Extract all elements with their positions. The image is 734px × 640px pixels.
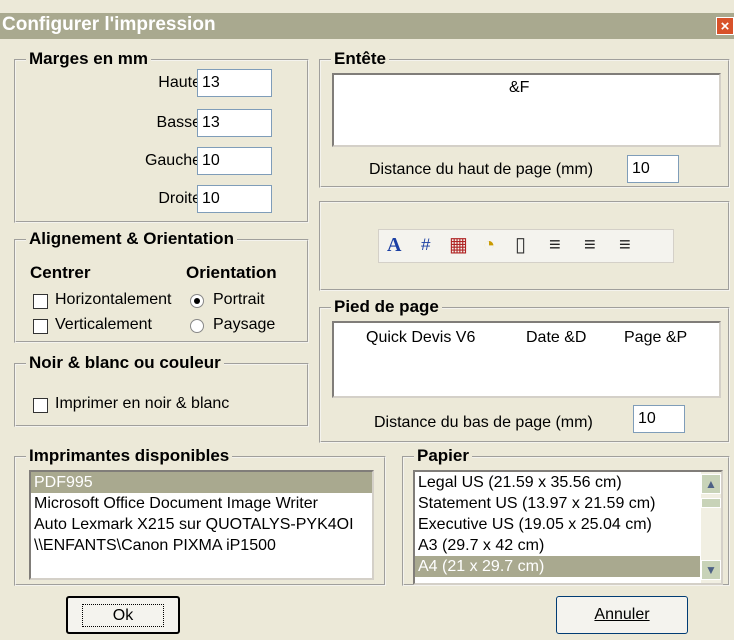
- footer-distance-label: Distance du bas de page (mm): [374, 414, 593, 431]
- color-group: Noir & blanc ou couleur Imprimer en noir…: [14, 353, 309, 427]
- center-label: Centrer: [30, 263, 91, 282]
- paper-title: Papier: [414, 446, 472, 466]
- landscape-label: Paysage: [213, 316, 276, 333]
- bw-checkbox[interactable]: [33, 398, 48, 413]
- printer-item[interactable]: Microsoft Office Document Image Writer: [31, 493, 372, 514]
- footer-text-right: Page &P: [624, 329, 688, 346]
- orientation-label: Orientation: [186, 263, 277, 282]
- align-center-icon[interactable]: ≡: [584, 231, 596, 259]
- header-distance-label: Distance du haut de page (mm): [369, 161, 594, 178]
- insert-toolbar: A # ▦ ◔ ▯ ≡ ≡ ≡: [378, 229, 674, 263]
- footer-text-area[interactable]: Quick Devis V6 Date &D Page &P: [332, 321, 721, 398]
- printers-title: Imprimantes disponibles: [26, 446, 233, 466]
- font-icon[interactable]: A: [387, 231, 401, 259]
- printers-group: Imprimantes disponibles PDF995 Microsoft…: [14, 446, 386, 586]
- align-left-icon[interactable]: ≡: [549, 231, 561, 259]
- footer-text-left: Quick Devis V6: [366, 329, 476, 346]
- portrait-label: Portrait: [213, 291, 265, 308]
- vertical-label: Verticalement: [55, 316, 152, 333]
- margins-group: Marges en mm Haute 13 Basse 13 Gauche 10…: [14, 49, 309, 223]
- printer-item[interactable]: Auto Lexmark X215 sur QUOTALYS-PYK4OI: [31, 514, 372, 535]
- ok-button-label: Ok: [81, 604, 165, 627]
- horizontal-label: Horizontalement: [55, 291, 172, 308]
- file-name-icon[interactable]: ▯: [515, 231, 526, 259]
- paper-list[interactable]: Legal US (21.59 x 35.56 cm) Statement US…: [413, 470, 723, 585]
- print-setup-dialog: Configurer l'impression × Marges en mm H…: [0, 0, 734, 640]
- margin-bottom-label: Basse: [156, 114, 201, 131]
- margin-right-label: Droite: [158, 190, 201, 207]
- insert-toolbar-group: A # ▦ ◔ ▯ ≡ ≡ ≡: [319, 201, 730, 291]
- printer-item[interactable]: \\ENFANTS\Canon PIXMA iP1500: [31, 535, 372, 556]
- paper-item[interactable]: Executive US (19.05 x 25.04 cm): [415, 514, 700, 535]
- margin-top-label: Haute: [158, 74, 201, 91]
- time-icon[interactable]: ◔: [483, 231, 495, 259]
- scroll-down-icon[interactable]: ▼: [701, 560, 721, 580]
- bw-label: Imprimer en noir & blanc: [55, 395, 230, 412]
- paper-item[interactable]: Legal US (21.59 x 35.56 cm): [415, 472, 700, 493]
- horizontal-checkbox[interactable]: [33, 294, 48, 309]
- margin-left-label: Gauche: [144, 152, 201, 169]
- margin-left-field[interactable]: 10: [197, 147, 272, 175]
- margin-top-field[interactable]: 13: [197, 69, 272, 97]
- title-bar: Configurer l'impression ×: [0, 13, 734, 39]
- date-icon[interactable]: ▦: [449, 231, 468, 259]
- paper-group: Papier Legal US (21.59 x 35.56 cm) State…: [402, 446, 730, 586]
- page-number-icon[interactable]: #: [421, 231, 430, 259]
- margin-bottom-field[interactable]: 13: [197, 109, 272, 137]
- footer-title: Pied de page: [331, 297, 442, 317]
- align-right-icon[interactable]: ≡: [619, 231, 631, 259]
- paper-item[interactable]: A4 (21 x 29.7 cm): [415, 556, 700, 577]
- footer-text-center: Date &D: [526, 329, 587, 346]
- paper-item[interactable]: Statement US (13.97 x 21.59 cm): [415, 493, 700, 514]
- scroll-up-icon[interactable]: ▲: [701, 474, 721, 494]
- color-title: Noir & blanc ou couleur: [26, 353, 224, 373]
- margins-title: Marges en mm: [26, 49, 152, 69]
- printers-list[interactable]: PDF995 Microsoft Office Document Image W…: [29, 470, 374, 580]
- header-distance-field[interactable]: 10: [627, 155, 679, 183]
- alignment-title: Alignement & Orientation: [26, 229, 237, 249]
- scroll-thumb[interactable]: [701, 498, 721, 508]
- printer-item[interactable]: PDF995: [31, 472, 372, 493]
- header-group: Entête &F Distance du haut de page (mm) …: [319, 49, 730, 188]
- close-button[interactable]: ×: [716, 17, 734, 35]
- footer-distance-field[interactable]: 10: [633, 405, 685, 433]
- header-title: Entête: [331, 49, 389, 69]
- alignment-group: Alignement & Orientation Centrer Orienta…: [14, 229, 309, 343]
- paper-item[interactable]: A3 (29.7 x 42 cm): [415, 535, 700, 556]
- paper-scrollbar[interactable]: ▲ ▼: [701, 472, 721, 583]
- footer-group: Pied de page Quick Devis V6 Date &D Page…: [319, 297, 730, 443]
- window-title: Configurer l'impression: [2, 14, 216, 35]
- cancel-button[interactable]: Annuler: [556, 596, 688, 634]
- margin-right-field[interactable]: 10: [197, 185, 272, 213]
- portrait-radio[interactable]: [190, 294, 204, 308]
- ok-button[interactable]: Ok: [66, 596, 180, 634]
- header-text-area[interactable]: &F: [332, 73, 721, 147]
- header-text: &F: [509, 79, 530, 96]
- vertical-checkbox[interactable]: [33, 319, 48, 334]
- landscape-radio[interactable]: [190, 319, 204, 333]
